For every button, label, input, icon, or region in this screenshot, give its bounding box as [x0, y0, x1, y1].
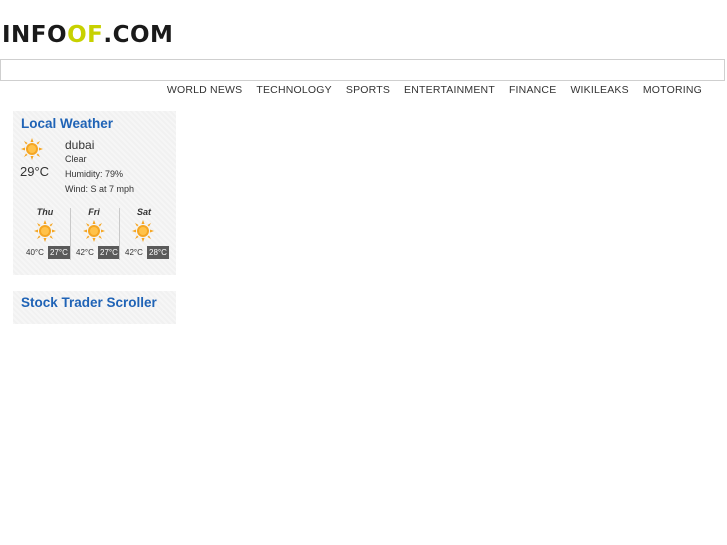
sun-icon [34, 220, 56, 242]
weather-city: dubai [65, 138, 95, 152]
weather-wind: Wind: S at 7 mph [65, 184, 135, 194]
nav-item-entertainment[interactable]: ENTERTAINMENT [397, 83, 502, 97]
forecast-day-fri: Fri [88, 207, 100, 217]
forecast-high-fri: 42°C [76, 248, 94, 257]
forecast-low-thu: 27°C [48, 246, 70, 259]
stock-panel: Stock Trader Scroller [13, 291, 176, 324]
weather-condition: Clear [65, 154, 87, 164]
nav-item-world-news[interactable]: WORLD NEWS [160, 83, 250, 97]
sun-icon [132, 220, 154, 242]
nav-item-technology[interactable]: TECHNOLOGY [249, 83, 339, 97]
forecast-low-fri: 27°C [98, 246, 120, 259]
sun-icon [83, 220, 105, 242]
current-temperature: 29°C [20, 164, 50, 179]
stock-panel-title: Stock Trader Scroller [21, 295, 157, 310]
forecast-high-sat: 42°C [125, 248, 143, 257]
logo-text-part3: .COM [103, 22, 174, 48]
nav-item-sports[interactable]: SPORTS [339, 83, 397, 97]
nav-item-wikileaks[interactable]: WIKILEAKS [563, 83, 635, 97]
sun-icon [21, 138, 43, 160]
logo-text-part2: OF [67, 22, 104, 48]
forecast-high-thu: 40°C [26, 248, 44, 257]
nav-item-finance[interactable]: FINANCE [502, 83, 564, 97]
nav-item-motoring[interactable]: MOTORING [636, 83, 709, 97]
site-logo[interactable]: INFO OF .COM [2, 22, 173, 48]
forecast-low-sat: 28°C [147, 246, 169, 259]
search-bar[interactable] [0, 59, 725, 81]
weather-panel-title: Local Weather [21, 116, 114, 131]
weather-panel: Local Weather 29°C dubai Clear Humidity:… [13, 111, 176, 275]
weather-humidity: Humidity: 79% [65, 169, 124, 179]
logo-text-part1: INFO [2, 22, 68, 48]
forecast-day-thu: Thu [36, 207, 54, 217]
main-nav: WORLD NEWS TECHNOLOGY SPORTS ENTERTAINME… [160, 83, 709, 97]
forecast-day-sat: Sat [136, 207, 151, 217]
